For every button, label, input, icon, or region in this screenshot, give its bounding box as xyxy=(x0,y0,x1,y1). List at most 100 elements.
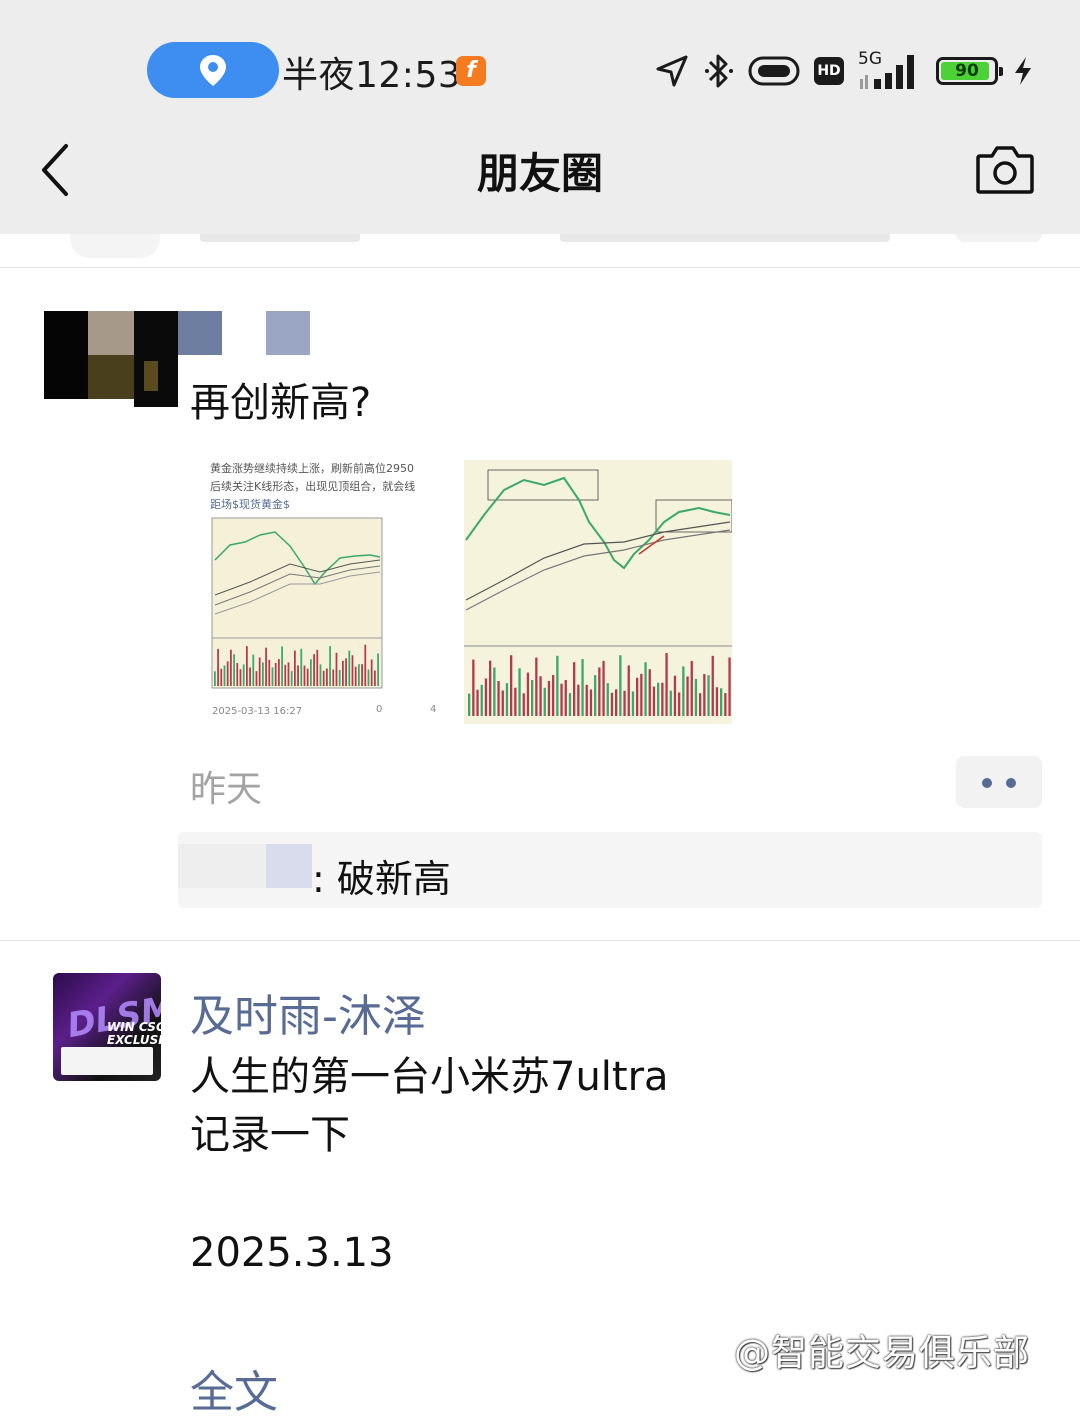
watermark: @智能交易俱乐部 xyxy=(734,1333,1031,1374)
commenter-name[interactable] xyxy=(266,844,312,888)
volume-bar xyxy=(480,684,483,716)
volume-bar xyxy=(278,659,280,686)
volume-bar xyxy=(262,662,264,686)
volume-bar xyxy=(552,675,555,716)
volume-bar xyxy=(274,662,277,686)
volume-bar xyxy=(322,670,325,686)
volume-bar xyxy=(306,668,309,686)
volume-bar xyxy=(724,693,727,716)
author-name[interactable]: 及时雨-沐泽 xyxy=(190,980,426,1044)
volume-bar xyxy=(522,693,525,716)
volume-bar xyxy=(510,655,513,716)
volume-bar xyxy=(678,692,681,716)
volume-bar xyxy=(581,659,584,716)
post-text-line: 人生的第一台小米苏7ultra xyxy=(190,1054,669,1100)
more-actions-button[interactable] xyxy=(956,756,1042,808)
volume-bar xyxy=(728,657,731,716)
volume-bar xyxy=(313,654,315,686)
volume-bar xyxy=(284,664,287,686)
volume-bar xyxy=(374,670,376,686)
battery-icon: 90 xyxy=(936,57,1003,85)
volume-bar xyxy=(242,664,245,686)
avatar-caption: WIN CSGO EXCLUSIVE xyxy=(107,1021,161,1047)
volume-bar xyxy=(351,655,354,686)
volume-bar xyxy=(644,662,647,716)
volume-bar xyxy=(489,660,492,716)
volume-bar xyxy=(252,654,255,686)
volume-bar xyxy=(377,653,379,686)
volume-bar xyxy=(271,667,274,686)
volume-bar xyxy=(539,676,542,716)
volume-bar xyxy=(703,674,706,716)
hd-voice-icon: HD xyxy=(814,57,844,85)
location-indicator[interactable] xyxy=(147,42,279,98)
volume-bar xyxy=(518,668,521,716)
cellular-signal-icon: 5G xyxy=(858,49,922,91)
volume-bar xyxy=(568,693,572,716)
volume-bar xyxy=(543,687,546,716)
volume-bar xyxy=(686,676,689,716)
volume-bar xyxy=(564,680,567,716)
previous-post-remnant xyxy=(0,234,1080,268)
comment-section: : 破新高 xyxy=(178,832,1042,908)
volume-bar xyxy=(367,669,370,686)
volume-bar xyxy=(560,683,563,716)
volume-bar xyxy=(290,671,293,686)
volume-bar xyxy=(468,693,471,716)
bluetooth-icon xyxy=(705,54,733,88)
charging-bolt-icon xyxy=(1015,57,1031,85)
volume-bar xyxy=(338,669,341,686)
volume-bar xyxy=(281,646,283,686)
volume-bar xyxy=(361,664,363,686)
post-text-line: 2025.3.13 xyxy=(190,1230,394,1276)
app-notification-icon: f xyxy=(456,56,486,86)
volume-bar xyxy=(246,646,248,686)
volume-bar xyxy=(335,652,338,686)
volume-bar xyxy=(342,660,344,686)
avatar[interactable]: DLSM WIN CSGO EXCLUSIVE xyxy=(53,973,161,1081)
volume-bar xyxy=(602,660,605,716)
volume-bar xyxy=(258,657,261,686)
volume-bar xyxy=(249,667,251,686)
volume-bar xyxy=(255,671,258,686)
volume-bar xyxy=(230,649,232,686)
volume-bar xyxy=(615,689,618,716)
volume-bar xyxy=(354,666,357,686)
volume-bar xyxy=(484,678,488,716)
image-post-date: 2025-03-13 16:27 xyxy=(212,706,303,717)
volume-bar xyxy=(217,648,219,686)
volume-bar xyxy=(497,680,500,716)
author-name[interactable] xyxy=(178,311,318,355)
volume-bar xyxy=(310,659,312,686)
full-text-link[interactable]: 全文 xyxy=(190,1356,278,1420)
status-time: 半夜12:53 xyxy=(282,55,462,96)
image-like-count: 0 xyxy=(376,704,383,715)
volume-bar xyxy=(619,655,622,716)
volume-bar xyxy=(682,666,685,716)
post-image[interactable]: 黄金涨势继续持续上涨，刷新前高位2950 后续关注K线形态，出现见顶组合，就会线… xyxy=(190,460,456,724)
volume-bar xyxy=(326,668,328,686)
volume-bar xyxy=(300,648,303,686)
volume-bar xyxy=(472,659,475,716)
volume-bar xyxy=(358,664,360,686)
volume-bar xyxy=(720,688,723,716)
volume-bar xyxy=(501,690,504,716)
post-divider xyxy=(0,940,1080,941)
volume-bar xyxy=(652,686,656,716)
post-image[interactable] xyxy=(464,460,732,724)
volume-bar xyxy=(699,693,702,716)
volume-bar xyxy=(226,661,229,686)
volume-bar xyxy=(220,668,223,686)
camera-button[interactable] xyxy=(974,144,1036,196)
post-timestamp: 昨天 xyxy=(190,769,263,810)
volume-bar xyxy=(573,662,576,716)
volume-bar xyxy=(589,689,593,716)
location-pin-icon xyxy=(200,55,226,86)
volume-bar xyxy=(577,684,580,716)
avatar[interactable] xyxy=(44,311,178,407)
volume-bar xyxy=(297,665,299,686)
volume-bar xyxy=(316,649,319,686)
volume-bar xyxy=(535,657,538,716)
volume-bar xyxy=(711,655,714,716)
volume-bar xyxy=(239,669,242,686)
